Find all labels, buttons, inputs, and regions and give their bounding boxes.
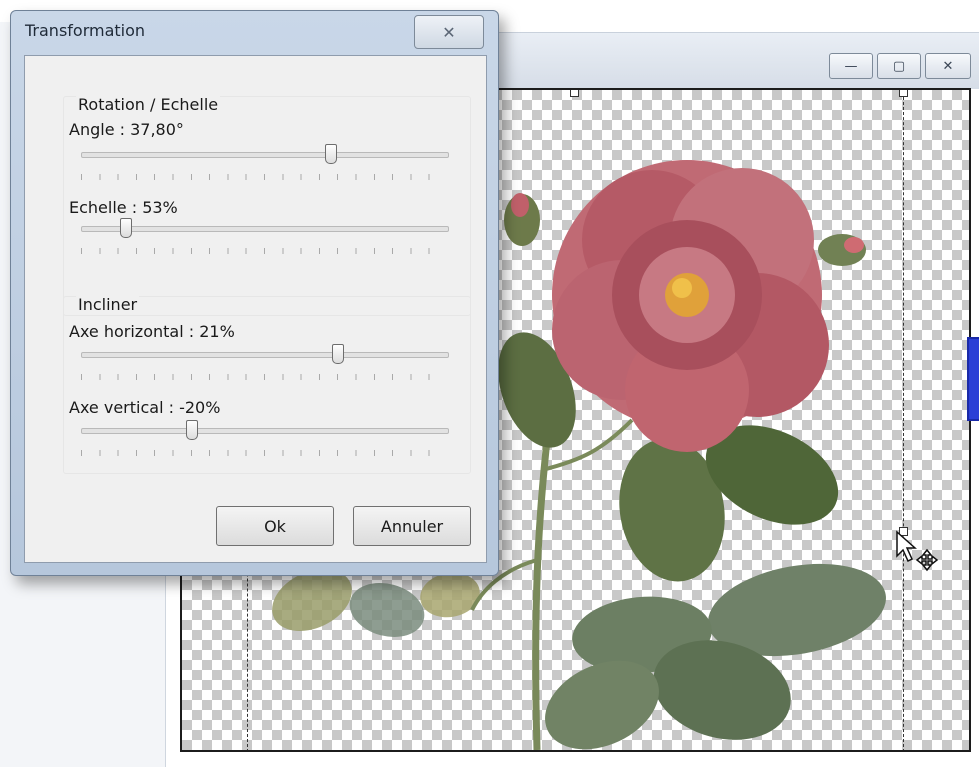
vertical-axis-label: Axe vertical : -20% xyxy=(69,398,221,417)
horizontal-axis-label: Axe horizontal : 21% xyxy=(69,322,235,341)
window-controls: — ▢ ✕ xyxy=(829,53,971,79)
close-icon[interactable]: ✕ xyxy=(925,53,971,79)
transform-handle[interactable] xyxy=(899,90,908,97)
scale-slider-thumb[interactable] xyxy=(119,218,132,238)
cancel-button[interactable]: Annuler xyxy=(353,506,471,546)
group-label: Rotation / Echelle xyxy=(76,95,221,114)
vertical-slider-track[interactable] xyxy=(81,428,449,434)
angle-slider-track[interactable] xyxy=(81,152,449,158)
dialog-title: Transformation xyxy=(25,21,146,40)
angle-label: Angle : 37,80° xyxy=(69,120,184,139)
vertical-slider-ticks xyxy=(81,450,447,456)
angle-slider-thumb[interactable] xyxy=(324,144,337,164)
angle-slider-ticks xyxy=(81,174,447,180)
horizontal-slider-ticks xyxy=(81,374,447,380)
side-tab[interactable] xyxy=(967,337,979,421)
horizontal-slider-thumb[interactable] xyxy=(332,344,345,364)
move-cursor-icon xyxy=(896,530,939,572)
dialog-body: Rotation / Echelle Angle : 37,80° Echell… xyxy=(24,55,487,563)
horizontal-slider-track[interactable] xyxy=(81,352,449,358)
scale-label: Echelle : 53% xyxy=(69,198,178,217)
editor-titlebar: — ▢ ✕ xyxy=(480,32,979,89)
scale-slider-ticks xyxy=(81,248,447,254)
vertical-slider-thumb[interactable] xyxy=(185,420,198,440)
maximize-icon[interactable]: ▢ xyxy=(877,53,921,79)
transform-handle[interactable] xyxy=(570,90,579,97)
ok-button[interactable]: Ok xyxy=(216,506,334,546)
transformation-dialog: Transformation ✕ Rotation / Echelle Angl… xyxy=(10,10,499,576)
minimize-icon[interactable]: — xyxy=(829,53,873,79)
close-icon[interactable]: ✕ xyxy=(414,15,484,49)
group-label: Incliner xyxy=(76,295,140,314)
scale-slider-track[interactable] xyxy=(81,226,449,232)
